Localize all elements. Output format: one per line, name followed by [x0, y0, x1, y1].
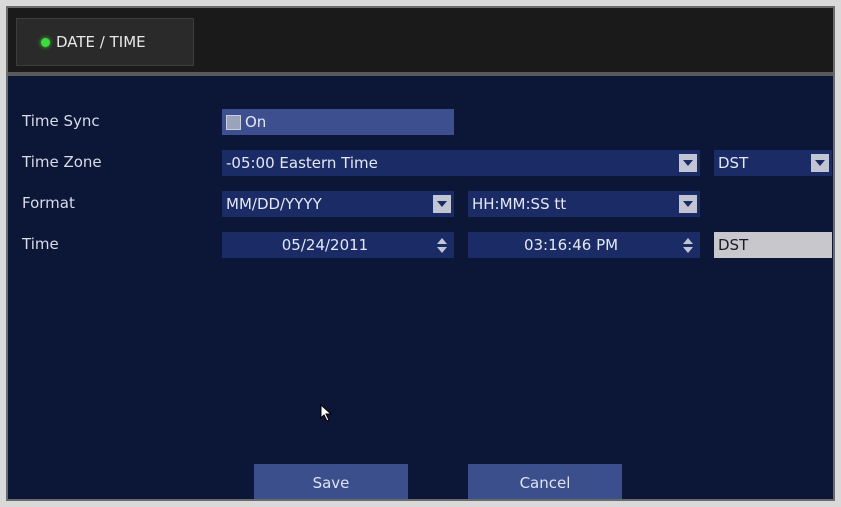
- title-bar: DATE / TIME: [8, 8, 833, 76]
- time-zone-value: -05:00 Eastern Time: [226, 154, 378, 172]
- save-button[interactable]: Save: [254, 464, 408, 499]
- mouse-cursor-icon: [320, 404, 333, 422]
- dst-indicator-value: DST: [718, 236, 749, 254]
- chevron-down-icon[interactable]: [811, 154, 829, 172]
- time-label: Time: [22, 235, 59, 253]
- chevron-down-icon[interactable]: [433, 195, 451, 213]
- date-spinner[interactable]: 05/24/2011: [222, 232, 454, 258]
- time-format-value: HH:MM:SS tt: [472, 195, 567, 213]
- time-zone-label: Time Zone: [22, 153, 102, 171]
- format-label: Format: [22, 194, 75, 212]
- spinner-arrows-icon[interactable]: [435, 235, 449, 255]
- time-zone-dropdown[interactable]: -05:00 Eastern Time: [222, 150, 700, 176]
- dst-dropdown[interactable]: DST: [714, 150, 832, 176]
- dst-value: DST: [718, 154, 749, 172]
- time-sync-label: Time Sync: [22, 112, 100, 130]
- date-format-dropdown[interactable]: MM/DD/YYYY: [222, 191, 454, 217]
- chevron-down-icon[interactable]: [679, 154, 697, 172]
- time-sync-value: On: [245, 113, 267, 131]
- date-format-value: MM/DD/YYYY: [226, 195, 322, 213]
- date-value: 05/24/2011: [281, 236, 369, 254]
- title-tab: DATE / TIME: [16, 18, 194, 66]
- time-spinner[interactable]: 03:16:46 PM: [468, 232, 700, 258]
- time-format-dropdown[interactable]: HH:MM:SS tt: [468, 191, 700, 217]
- chevron-down-icon[interactable]: [679, 195, 697, 213]
- checkbox-icon[interactable]: [226, 114, 241, 130]
- status-dot-icon: [41, 37, 50, 47]
- dialog-title: DATE / TIME: [56, 33, 146, 51]
- cancel-button[interactable]: Cancel: [468, 464, 622, 499]
- spinner-arrows-icon[interactable]: [681, 235, 695, 255]
- dst-indicator: DST: [714, 232, 832, 258]
- time-value: 03:16:46 PM: [523, 236, 619, 254]
- date-time-dialog: DATE / TIME Time Sync On Time Zone -05:0…: [6, 6, 835, 501]
- time-sync-toggle[interactable]: On: [222, 109, 454, 135]
